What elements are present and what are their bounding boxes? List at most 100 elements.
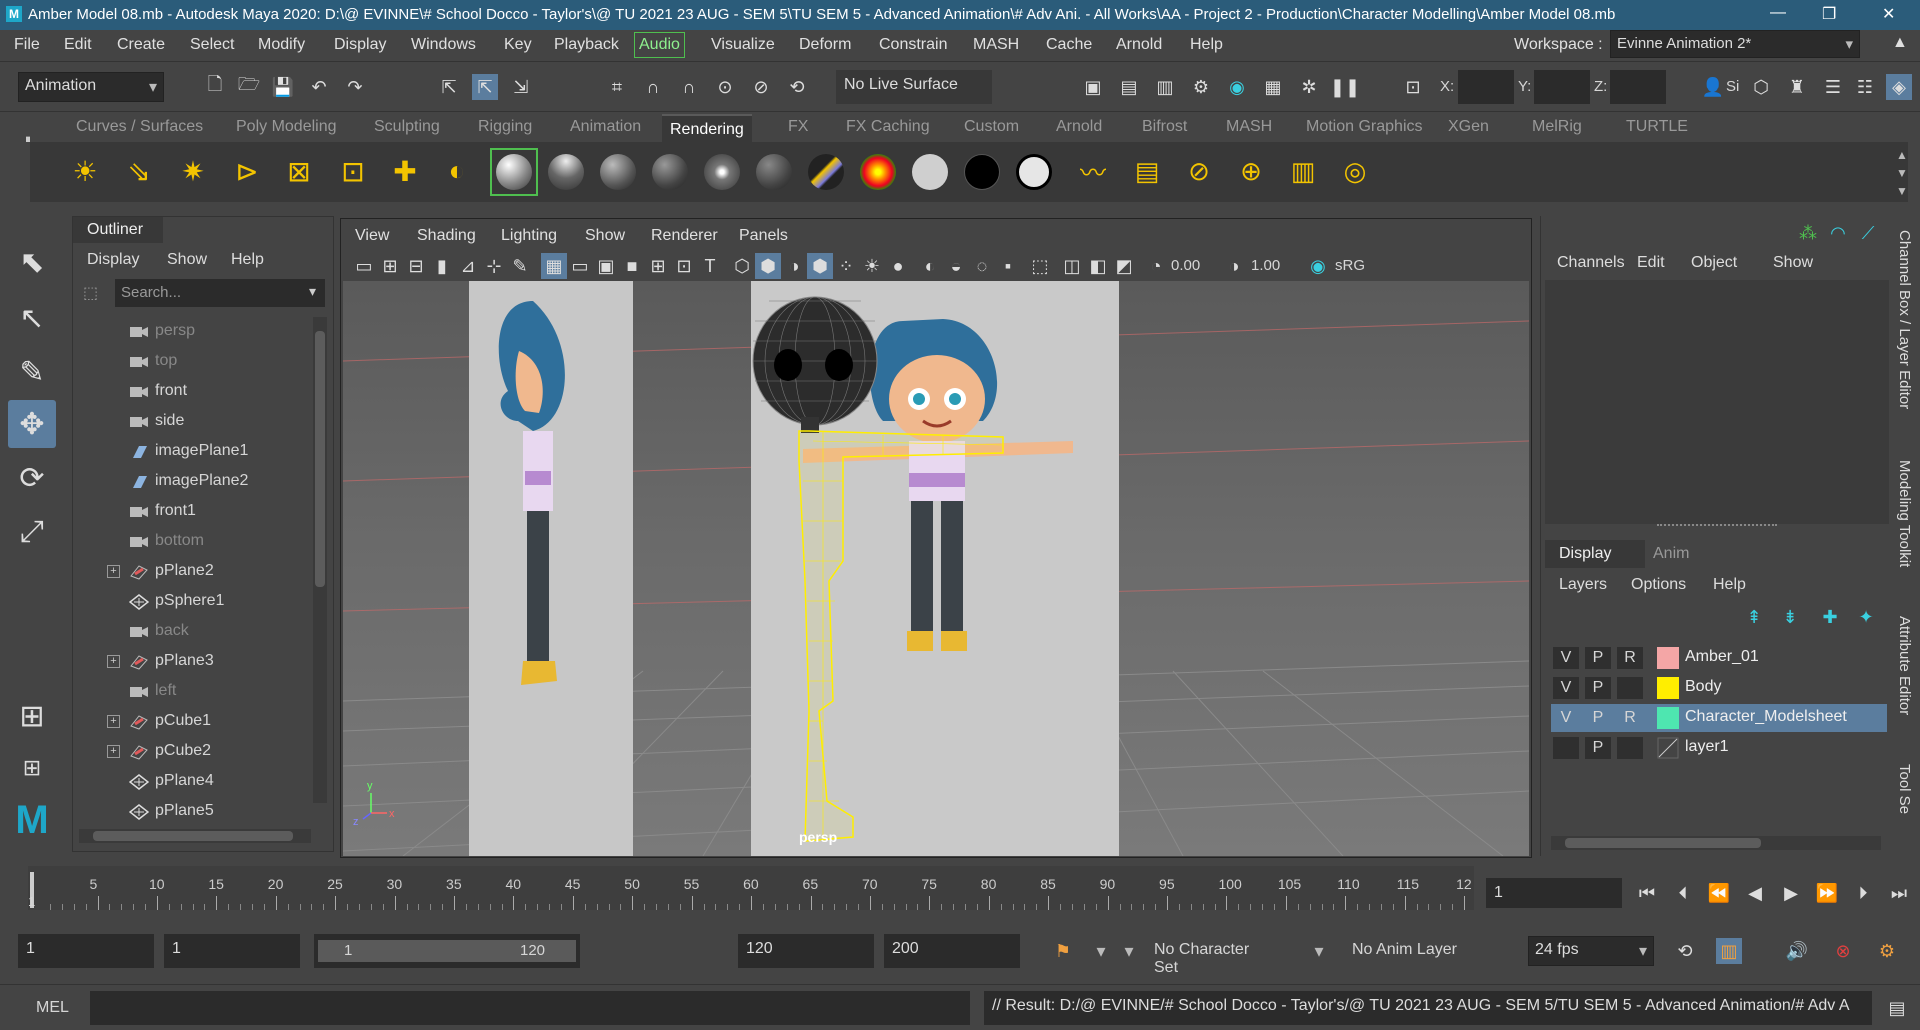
step-forward-frame-icon[interactable]: ⏵ — [1850, 880, 1876, 906]
time-slider-track[interactable]: 5 10 15 20 25 30 35 40 45 50 55 60 65 70 75 80 85 90 95 100… — [28, 866, 1474, 910]
snap-live-icon[interactable]: ⊘ — [748, 74, 774, 100]
chevron-down-icon[interactable]: ▾ — [1306, 938, 1332, 964]
layer-toggle-p[interactable]: P — [1585, 737, 1611, 759]
outliner-item[interactable]: front1 — [73, 497, 313, 527]
surface-shader-icon[interactable] — [912, 154, 948, 190]
menu-help[interactable]: Help — [1190, 36, 1223, 54]
live-surface-field[interactable]: No Live Surface — [836, 70, 992, 104]
tab-animation[interactable]: Animation — [570, 118, 641, 136]
spot-light-icon[interactable]: ⊳ — [234, 156, 260, 187]
animation-end-field[interactable]: 200 — [884, 934, 1020, 968]
outliner-scroll-thumb[interactable] — [315, 331, 325, 587]
menu-modify[interactable]: Modify — [258, 36, 305, 54]
tab-poly-modeling[interactable]: Poly Modeling — [236, 118, 337, 136]
channel-box-icon-1[interactable]: ⁂ — [1795, 220, 1821, 246]
go-to-start-icon[interactable]: ⏮ — [1634, 880, 1660, 906]
outliner-item[interactable]: pPlane5 — [73, 797, 313, 827]
expand-icon[interactable]: + — [107, 565, 120, 578]
anti-aliasing-icon[interactable]: ◌ — [969, 253, 995, 279]
move-tool-icon[interactable]: ✥ — [8, 400, 56, 448]
layered-shader-icon[interactable] — [808, 154, 844, 190]
tab-motion-graphics[interactable]: Motion Graphics — [1306, 118, 1423, 136]
layer-row[interactable]: V P Body — [1551, 674, 1887, 702]
scale-tool-icon[interactable]: ⤢ — [8, 508, 56, 556]
open-scene-icon[interactable]: 🗁 — [236, 74, 262, 100]
phong-shader-icon[interactable] — [652, 154, 688, 190]
expand-icon[interactable]: + — [107, 745, 120, 758]
layer-toggle-v[interactable]: V — [1553, 677, 1579, 699]
outliner-item[interactable]: back — [73, 617, 313, 647]
outliner-item[interactable]: imagePlane1 — [73, 437, 313, 467]
anim-preferences-icon[interactable]: ⊗ — [1830, 938, 1856, 964]
tab-curves-surfaces[interactable]: Curves / Surfaces — [76, 118, 203, 136]
sound-icon[interactable]: 🔊 — [1784, 938, 1810, 964]
gamma-icon[interactable]: ◑ — [1221, 253, 1247, 279]
snap-point-icon[interactable]: ∩ — [676, 74, 702, 100]
modeling-toolkit-icon[interactable]: ⬡ — [1748, 74, 1774, 100]
menu-mash[interactable]: MASH — [973, 36, 1019, 54]
snap-projected-icon[interactable]: ⟲ — [784, 74, 810, 100]
film-gate-icon[interactable]: ▭ — [567, 253, 593, 279]
layers-menu-options[interactable]: Options — [1631, 576, 1686, 594]
select-component-icon[interactable]: ⇲ — [508, 74, 534, 100]
move-layer-up-icon[interactable]: ⇞ — [1741, 604, 1767, 630]
outliner-item[interactable]: pSphere1 — [73, 587, 313, 617]
safe-title-icon[interactable]: T — [697, 253, 723, 279]
minimize-icon[interactable]: — — [1770, 4, 1786, 22]
render-frame-icon[interactable]: ▤ — [1116, 74, 1142, 100]
menu-set-dropdown[interactable]: Animation ▾ — [18, 72, 164, 102]
smooth-shade-icon[interactable]: ⬢ — [755, 253, 781, 279]
menu-display[interactable]: Display — [334, 36, 386, 54]
tab-rigging[interactable]: Rigging — [478, 118, 532, 136]
screen-space-ao-icon[interactable]: ◐ — [917, 253, 943, 279]
channels-menu-show[interactable]: Show — [1773, 254, 1813, 272]
tab-arnold[interactable]: Arnold — [1056, 118, 1102, 136]
2d-pan-zoom-icon[interactable]: ⊹ — [481, 253, 507, 279]
layer-row[interactable]: Player1 — [1551, 734, 1887, 762]
layer-row[interactable]: V P R Amber_01 — [1551, 644, 1887, 672]
sign-in-label[interactable]: Si — [1726, 78, 1739, 95]
tab-xgen[interactable]: XGen — [1448, 118, 1489, 136]
menu-key[interactable]: Key — [504, 36, 532, 54]
ramp-shader-icon[interactable] — [860, 154, 896, 190]
menu-visualize[interactable]: Visualize — [711, 36, 775, 54]
auto-key-icon[interactable]: ⚑ — [1050, 938, 1076, 964]
outliner-item[interactable]: + pCube2 — [73, 737, 313, 767]
side-tab-attribute-editor[interactable]: Attribute Editor — [1896, 616, 1913, 715]
script-language[interactable]: MEL — [36, 999, 69, 1017]
panel-resize-handle[interactable] — [1657, 524, 1777, 530]
move-layer-down-icon[interactable]: ⇟ — [1777, 604, 1803, 630]
paint-select-icon[interactable]: ✎ — [8, 348, 56, 396]
outliner-scrollbar[interactable] — [313, 317, 327, 803]
outliner-search-input[interactable]: Search... — [115, 279, 325, 307]
camera-aim-icon[interactable]: ✚ — [392, 156, 418, 187]
menu-playback[interactable]: Playback — [554, 36, 619, 54]
outliner-hscroll-thumb[interactable] — [93, 831, 293, 841]
menu-select[interactable]: Select — [190, 36, 234, 54]
time-slider[interactable]: 5 10 15 20 25 30 35 40 45 50 55 60 65 70 75 80 85 90 95 100… — [0, 862, 1920, 914]
render-settings-shelf-icon[interactable]: ◎ — [1342, 156, 1368, 186]
workspace-dropdown[interactable]: Evinne Animation 2* ▾ — [1610, 30, 1860, 58]
channels-menu-edit[interactable]: Edit — [1637, 254, 1665, 272]
cached-playback-icon[interactable]: ▥ — [1716, 938, 1742, 964]
grid-icon[interactable]: ▦ — [541, 253, 567, 279]
outliner-item[interactable]: + pPlane3 — [73, 647, 313, 677]
menu-file[interactable]: File — [14, 36, 40, 54]
new-layer-selected-icon[interactable]: ✦ — [1853, 604, 1879, 630]
default-material-icon[interactable]: ◑ — [781, 253, 807, 279]
blinn-shader-icon[interactable] — [548, 154, 584, 190]
x-field[interactable] — [1458, 70, 1514, 104]
script-editor-icon[interactable]: ▤ — [1884, 995, 1910, 1021]
undo-icon[interactable]: ↶ — [306, 74, 332, 100]
layer-toggle-v[interactable] — [1553, 737, 1579, 759]
menu-audio[interactable]: Audio — [634, 32, 685, 58]
outliner-item[interactable]: side — [73, 407, 313, 437]
layer-toggle-p[interactable]: P — [1585, 677, 1611, 699]
resolution-gate-icon[interactable]: ▣ — [593, 253, 619, 279]
grease-pencil-icon[interactable]: ✎ — [507, 253, 533, 279]
layers-hscrollbar[interactable] — [1551, 836, 1881, 850]
input-mode-icon[interactable]: ⊡ — [1400, 74, 1426, 100]
ambient-light-icon[interactable]: ☀ — [72, 156, 98, 187]
lambert-shader-icon[interactable] — [600, 154, 636, 190]
layers-menu-help[interactable]: Help — [1713, 576, 1746, 594]
